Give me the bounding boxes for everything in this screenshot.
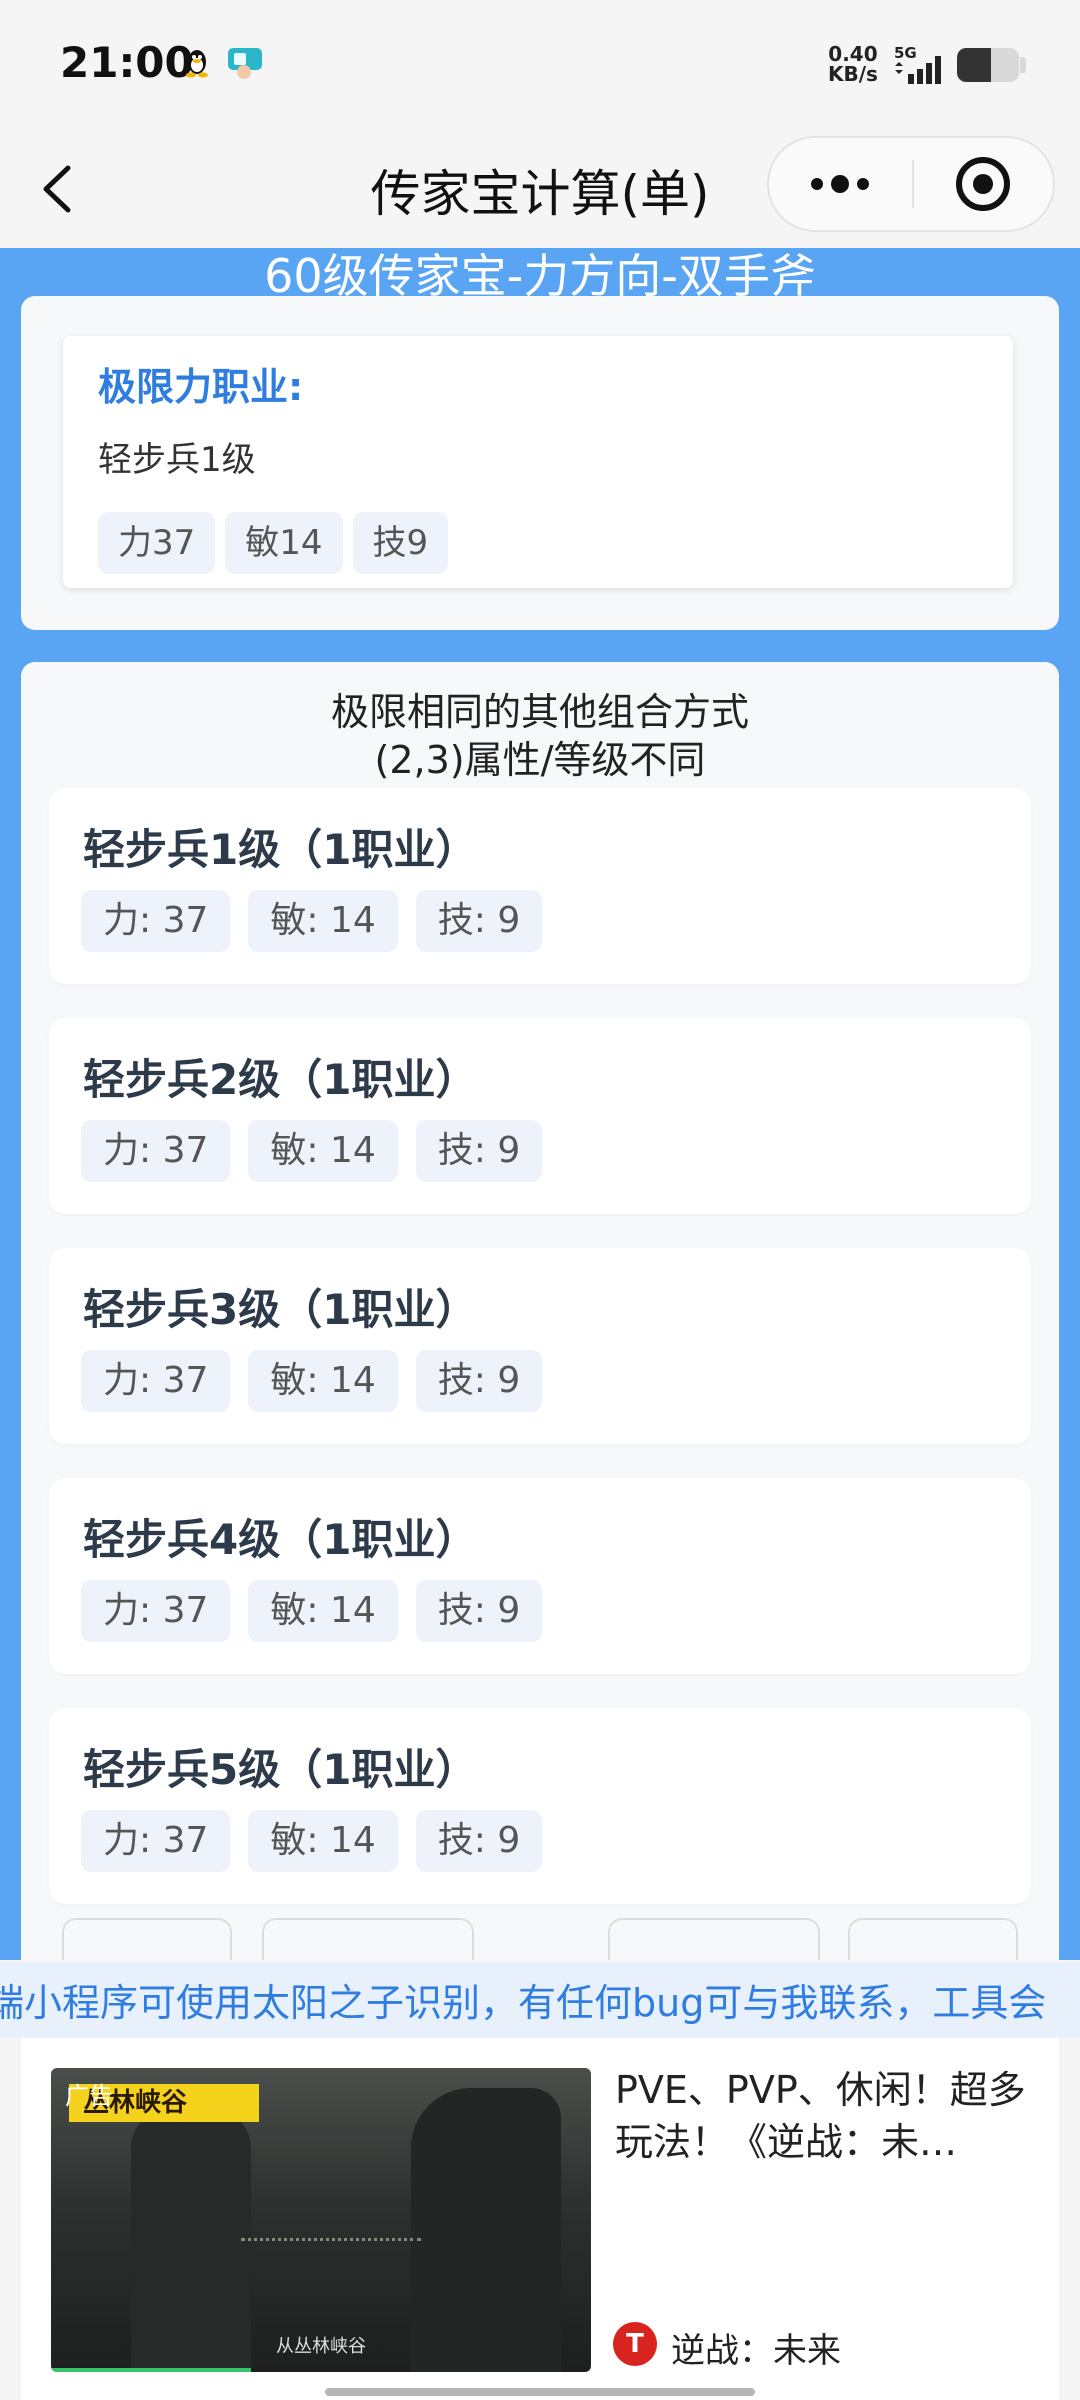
- stat-skill: 技: 9: [415, 1350, 543, 1412]
- stat-skill: 技: 9: [415, 1120, 543, 1182]
- stat-strength: 力: 37: [81, 1120, 231, 1182]
- stat-dexterity: 敏: 14: [248, 1810, 398, 1872]
- limit-title: 极限力职业:: [98, 365, 304, 409]
- ad-card[interactable]: 丛林峡谷 广告 从丛林峡谷 PVE、PVP、休闲！超多玩法！《逆战：未… T 逆…: [21, 2038, 1059, 2400]
- partial-chip: [848, 1918, 1018, 1960]
- stat-dexterity: 敏: 14: [248, 1350, 398, 1412]
- combo-stats: 力: 37 敏: 14 技: 9: [81, 1350, 560, 1412]
- qq-penguin-icon: [186, 50, 208, 78]
- battery-icon: [957, 48, 1019, 82]
- ad-label[interactable]: 广告: [65, 2076, 113, 2111]
- combo-section-title: 极限相同的其他组合方式 (2,3)属性/等级不同: [21, 688, 1059, 784]
- combo-name: 轻步兵5级（1职业）: [83, 1745, 478, 1794]
- ad-video-thumbnail[interactable]: 丛林峡谷 广告 从丛林峡谷: [51, 2068, 591, 2372]
- combo-name: 轻步兵1级（1职业）: [83, 825, 478, 874]
- signal-icon: 5G: [894, 44, 941, 84]
- stat-strength: 力: 37: [81, 1810, 231, 1872]
- stat-chip-dexterity: 敏14: [225, 512, 343, 574]
- stat-strength: 力: 37: [81, 1350, 231, 1412]
- ad-scene-rock: [411, 2088, 561, 2372]
- combo-card[interactable]: 轻步兵5级（1职业） 力: 37 敏: 14 技: 9: [49, 1708, 1031, 1904]
- app-notification-icon: [228, 48, 262, 79]
- ad-description[interactable]: PVE、PVP、休闲！超多玩法！《逆战：未…: [615, 2064, 1035, 2168]
- notice-text: 端小程序可使用太阳之子识别，有任何bug可与我联系，工具会: [0, 1981, 1047, 2025]
- combo-card[interactable]: 轻步兵1级（1职业） 力: 37 敏: 14 技: 9: [49, 788, 1031, 984]
- network-speed-unit: KB/s: [828, 62, 878, 86]
- stat-strength: 力: 37: [81, 1580, 231, 1642]
- stat-dexterity: 敏: 14: [248, 1120, 398, 1182]
- ad-scene-bridge: [241, 2238, 421, 2249]
- combo-card[interactable]: 轻步兵2级（1职业） 力: 37 敏: 14 技: 9: [49, 1018, 1031, 1214]
- combo-name: 轻步兵2级（1职业）: [83, 1055, 478, 1104]
- combo-title-line2: (2,3)属性/等级不同: [374, 738, 706, 782]
- ad-video-progress: [51, 2368, 251, 2372]
- combo-name: 轻步兵4级（1职业）: [83, 1515, 478, 1564]
- stat-skill: 技: 9: [415, 890, 543, 952]
- ad-scene-rock: [131, 2108, 251, 2368]
- stat-skill: 技: 9: [415, 1580, 543, 1642]
- combo-card[interactable]: 轻步兵4级（1职业） 力: 37 敏: 14 技: 9: [49, 1478, 1031, 1674]
- notice-marquee: 端小程序可使用太阳之子识别，有任何bug可与我联系，工具会: [0, 1962, 1080, 2038]
- partial-chip: [262, 1918, 474, 1960]
- stat-dexterity: 敏: 14: [248, 890, 398, 952]
- limit-panel: 极限力职业: 轻步兵1级 力37 敏14 技9: [21, 296, 1059, 630]
- combo-stats: 力: 37 敏: 14 技: 9: [81, 1120, 560, 1182]
- network-speed: 0.40 KB/s: [828, 44, 878, 84]
- stat-strength: 力: 37: [81, 890, 231, 952]
- partial-chip: [62, 1918, 232, 1960]
- stat-chip-skill: 技9: [352, 512, 449, 574]
- close-target-icon[interactable]: [914, 138, 1053, 230]
- limit-card: 极限力职业: 轻步兵1级 力37 敏14 技9: [63, 336, 1013, 588]
- combo-panel: 极限相同的其他组合方式 (2,3)属性/等级不同 轻步兵1级（1职业） 力: 3…: [21, 662, 1059, 1960]
- ad-area: 丛林峡谷 广告 从丛林峡谷 PVE、PVP、休闲！超多玩法！《逆战：未… T 逆…: [0, 2038, 1080, 2400]
- combo-title-line1: 极限相同的其他组合方式: [330, 690, 749, 734]
- combo-card[interactable]: 轻步兵3级（1职业） 力: 37 敏: 14 技: 9: [49, 1248, 1031, 1444]
- network-speed-value: 0.40: [828, 42, 878, 66]
- limit-stats: 力37 敏14 技9: [98, 512, 458, 574]
- combo-name: 轻步兵3级（1职业）: [83, 1285, 478, 1334]
- main-content: 60级传家宝-力方向-双手斧 极限力职业: 轻步兵1级 力37 敏14 技9 极限相…: [0, 248, 1080, 1960]
- combo-stats: 力: 37 敏: 14 技: 9: [81, 1810, 560, 1872]
- more-dots-icon[interactable]: [769, 138, 912, 230]
- nav-bar: 传家宝计算(单): [0, 130, 1080, 248]
- partial-chip: [608, 1918, 820, 1960]
- stat-skill: 技: 9: [415, 1810, 543, 1872]
- stat-chip-strength: 力37: [98, 512, 216, 574]
- stat-dexterity: 敏: 14: [248, 1580, 398, 1642]
- ad-brand-name[interactable]: 逆战：未来: [671, 2323, 841, 2372]
- ad-brand-logo-icon: T: [613, 2322, 657, 2366]
- status-time: 21:00: [60, 38, 194, 87]
- battery-level: [957, 48, 992, 82]
- home-indicator[interactable]: [325, 2388, 755, 2396]
- combo-list: 轻步兵1级（1职业） 力: 37 敏: 14 技: 9 轻步兵2级（1职业） 力: …: [49, 788, 1031, 1938]
- ad-video-caption: 从丛林峡谷: [276, 2336, 366, 2357]
- miniprogram-capsule: [767, 136, 1055, 232]
- status-bar: 21:00 0.40 KB/s 5G: [0, 0, 1080, 130]
- combo-stats: 力: 37 敏: 14 技: 9: [81, 890, 560, 952]
- limit-job: 轻步兵1级: [98, 440, 256, 480]
- network-type: 5G: [894, 44, 917, 62]
- battery-tip: [1020, 57, 1026, 73]
- combo-stats: 力: 37 敏: 14 技: 9: [81, 1580, 560, 1642]
